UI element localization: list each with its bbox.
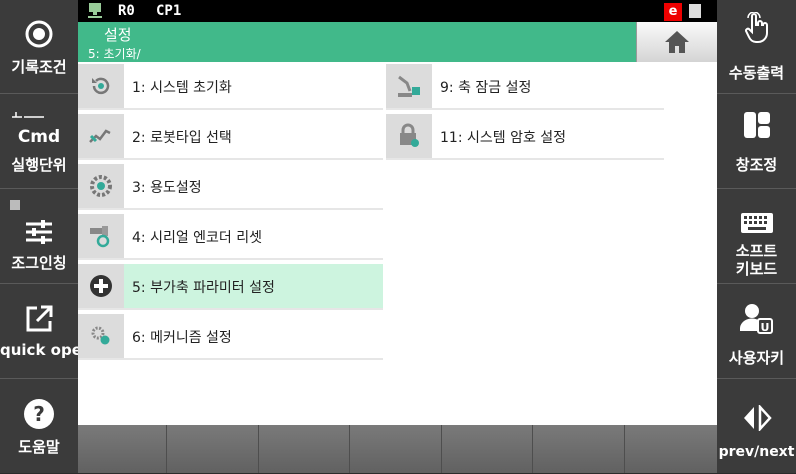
- breadcrumb: 5: 초기화/: [88, 47, 141, 61]
- svg-text:U: U: [760, 321, 769, 334]
- function-key-5[interactable]: [442, 425, 533, 473]
- exec-unit-label: 실행단위: [11, 156, 67, 174]
- quick-open-label: quick open: [0, 341, 93, 359]
- jog-inching-label: 조그인칭: [11, 254, 67, 272]
- page-header: 설정 5: 초기화/: [78, 22, 636, 62]
- menu-item-mechanism[interactable]: 6: 메커니즘 설정: [78, 314, 383, 360]
- right-panel: 수동출력 창조정 소프트 키보드 U 사용자키 prev/next: [717, 0, 796, 473]
- usage-gear-icon: [78, 164, 124, 208]
- soft-keyboard-label-line2: 키보드: [735, 260, 778, 278]
- menu-item-usage[interactable]: 3: 용도설정: [78, 164, 383, 210]
- menu-item-robot-type[interactable]: 2: 로봇타입 선택: [78, 114, 383, 160]
- menu-item-label: 4: 시리얼 엔코더 리셋: [132, 230, 263, 246]
- prev-next-button[interactable]: prev/next: [717, 380, 796, 474]
- hand-pointer-icon: [717, 12, 796, 44]
- network-icon: [88, 3, 102, 23]
- external-open-icon: [0, 303, 78, 335]
- record-condition-label: 기록조건: [11, 58, 67, 76]
- add-axis-icon: [78, 264, 124, 308]
- menu-item-system-reset[interactable]: 1: 시스템 초기화: [78, 64, 383, 110]
- menu-item-axis-lock[interactable]: 9: 축 잠금 설정: [386, 64, 664, 110]
- manual-output-button[interactable]: 수동출력: [717, 0, 796, 94]
- function-key-3[interactable]: [259, 425, 350, 473]
- menu-item-label: 11: 시스템 암호 설정: [440, 130, 567, 146]
- jog-indicator: [10, 200, 20, 210]
- help-icon: ?: [0, 398, 78, 430]
- menu-item-label: 5: 부가축 파라미터 설정: [132, 280, 275, 296]
- keyboard-icon: [717, 212, 796, 234]
- user-key-button[interactable]: U 사용자키: [717, 285, 796, 379]
- axis-lock-icon: [386, 64, 432, 108]
- prev-next-label: prev/next: [718, 444, 795, 460]
- status-bar: R0 CP1 e: [78, 0, 717, 22]
- left-panel: 기록조건 Cmd 실행단위 조그인칭 quick open ? 도움말: [0, 0, 93, 474]
- step-line-icon: [0, 105, 78, 125]
- encoder-reset-icon: [78, 214, 124, 258]
- system-reset-icon: [78, 64, 124, 108]
- exec-unit-cmd-label: Cmd: [17, 127, 61, 147]
- menu-item-label: 3: 용도설정: [132, 180, 202, 196]
- menu-item-add-axis[interactable]: 5: 부가축 파라미터 설정: [78, 264, 383, 310]
- settings-menu: 1: 시스템 초기화 2: 로봇타입 선택 3: 용도설정 4: 시리얼 엔코더…: [78, 62, 717, 425]
- function-key-4[interactable]: [350, 425, 442, 473]
- record-condition-button[interactable]: 기록조건: [0, 0, 78, 94]
- quick-open-button[interactable]: quick open: [0, 285, 93, 379]
- svg-text:?: ?: [33, 402, 45, 426]
- window-layout-icon: [717, 109, 796, 141]
- mechanism-gears-icon: [78, 314, 124, 358]
- soft-keyboard-label-line1: 소프트: [735, 242, 778, 260]
- menu-item-label: 1: 시스템 초기화: [132, 80, 232, 96]
- robot-type-icon: [78, 114, 124, 158]
- record-circle-icon: [0, 18, 78, 50]
- prev-next-icon: [717, 402, 796, 434]
- menu-item-label: 6: 메커니즘 설정: [132, 330, 232, 346]
- manual-output-label: 수동출력: [728, 64, 785, 82]
- user-key-label: 사용자키: [728, 349, 785, 367]
- home-icon: [665, 31, 689, 53]
- home-button[interactable]: [636, 22, 717, 62]
- password-lock-icon: [386, 114, 432, 158]
- jog-inching-button[interactable]: 조그인칭: [0, 190, 78, 284]
- soft-keyboard-label: 소프트 키보드: [717, 242, 796, 278]
- menu-item-label: 9: 축 잠금 설정: [440, 80, 532, 96]
- exec-unit-button[interactable]: Cmd 실행단위: [0, 95, 78, 189]
- help-button[interactable]: ? 도움말: [0, 380, 78, 474]
- function-key-6[interactable]: [533, 425, 625, 473]
- robot-indicator: R0: [118, 3, 135, 19]
- menu-item-encoder-reset[interactable]: 4: 시리얼 엔코더 리셋: [78, 214, 383, 260]
- function-key-7[interactable]: [625, 425, 717, 473]
- soft-keyboard-button[interactable]: 소프트 키보드: [717, 190, 796, 284]
- user-key-icon: U: [717, 303, 796, 335]
- help-label: 도움말: [18, 438, 60, 456]
- menu-item-password[interactable]: 11: 시스템 암호 설정: [386, 114, 664, 160]
- sliders-icon: [0, 216, 78, 248]
- window-adjust-label: 창조정: [735, 156, 778, 174]
- function-key-2[interactable]: [167, 425, 259, 473]
- page-title: 설정: [104, 26, 132, 44]
- window-adjust-button[interactable]: 창조정: [717, 95, 796, 189]
- program-indicator: CP1: [156, 3, 182, 19]
- error-badge: e: [664, 3, 682, 21]
- sd-card-icon: [689, 4, 701, 18]
- function-key-1[interactable]: [78, 425, 167, 473]
- menu-item-label: 2: 로봇타입 선택: [132, 130, 232, 146]
- function-key-bar: [78, 425, 717, 473]
